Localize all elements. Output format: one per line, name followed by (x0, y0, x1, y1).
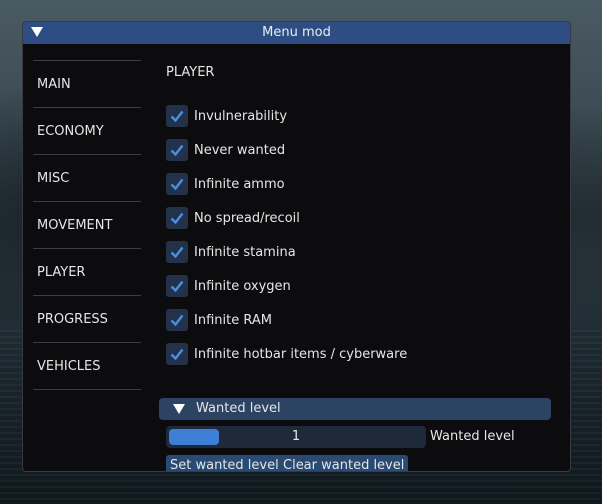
sidebar-item-misc[interactable]: MISC (33, 155, 141, 202)
sidebar-item-economy[interactable]: ECONOMY (33, 108, 141, 155)
option-label: Infinite oxygen (194, 278, 291, 294)
option-infinite-ram[interactable]: Infinite RAM (166, 309, 272, 331)
option-never-wanted[interactable]: Never wanted (166, 139, 285, 161)
sidebar-item-movement[interactable]: MOVEMENT (33, 202, 141, 249)
sidebar-item-vehicles[interactable]: VEHICLES (33, 343, 141, 390)
title-bar[interactable]: Menu mod (23, 22, 570, 44)
window-title: Menu mod (262, 25, 331, 40)
checkbox[interactable] (166, 173, 188, 195)
section-title: PLAYER (166, 65, 215, 80)
checkbox[interactable] (166, 275, 188, 297)
slider-value: 1 (291, 429, 301, 444)
checkbox[interactable] (166, 309, 188, 331)
wanted-level-header[interactable]: Wanted level (159, 398, 551, 420)
option-label: Invulnerability (194, 108, 288, 124)
slider-label: Wanted level (430, 429, 515, 444)
option-label: Infinite hotbar items / cyberware (194, 346, 408, 362)
checkbox[interactable] (166, 343, 188, 365)
checkmark-icon (170, 212, 184, 225)
set-wanted-level-button[interactable]: Set wanted level (166, 455, 283, 471)
option-infinite-stamina[interactable]: Infinite stamina (166, 241, 296, 263)
option-label: Infinite ammo (194, 176, 285, 192)
option-no-spread-recoil[interactable]: No spread/recoil (166, 207, 300, 229)
checkmark-icon (170, 144, 184, 157)
option-infinite-hotbar[interactable]: Infinite hotbar items / cyberware (166, 343, 407, 365)
checkmark-icon (170, 348, 184, 361)
sidebar: MAIN ECONOMY MISC MOVEMENT PLAYER PROGRE… (33, 60, 141, 390)
sidebar-item-player[interactable]: PLAYER (33, 249, 141, 296)
checkmark-icon (170, 280, 184, 293)
clear-wanted-level-button[interactable]: Clear wanted level (279, 455, 409, 471)
checkbox[interactable] (166, 207, 188, 229)
checkbox[interactable] (166, 139, 188, 161)
sidebar-item-main[interactable]: MAIN (33, 61, 141, 108)
option-label: Infinite stamina (194, 244, 296, 260)
option-infinite-ammo[interactable]: Infinite ammo (166, 173, 285, 195)
wanted-level-slider[interactable]: 1 (166, 426, 426, 448)
checkmark-icon (170, 246, 184, 259)
sidebar-item-progress[interactable]: PROGRESS (33, 296, 141, 343)
option-label: No spread/recoil (194, 210, 300, 226)
checkmark-icon (170, 110, 184, 123)
option-invulnerability[interactable]: Invulnerability (166, 105, 287, 127)
option-infinite-oxygen[interactable]: Infinite oxygen (166, 275, 291, 297)
expand-triangle-icon (173, 404, 185, 414)
checkbox[interactable] (166, 241, 188, 263)
wanted-level-header-label: Wanted level (196, 401, 281, 416)
checkbox[interactable] (166, 105, 188, 127)
option-label: Never wanted (194, 142, 286, 158)
checkmark-icon (170, 314, 184, 327)
menu-window: Menu mod MAIN ECONOMY MISC MOVEMENT PLAY… (22, 21, 571, 472)
option-label: Infinite RAM (194, 312, 272, 328)
checkmark-icon (170, 178, 184, 191)
